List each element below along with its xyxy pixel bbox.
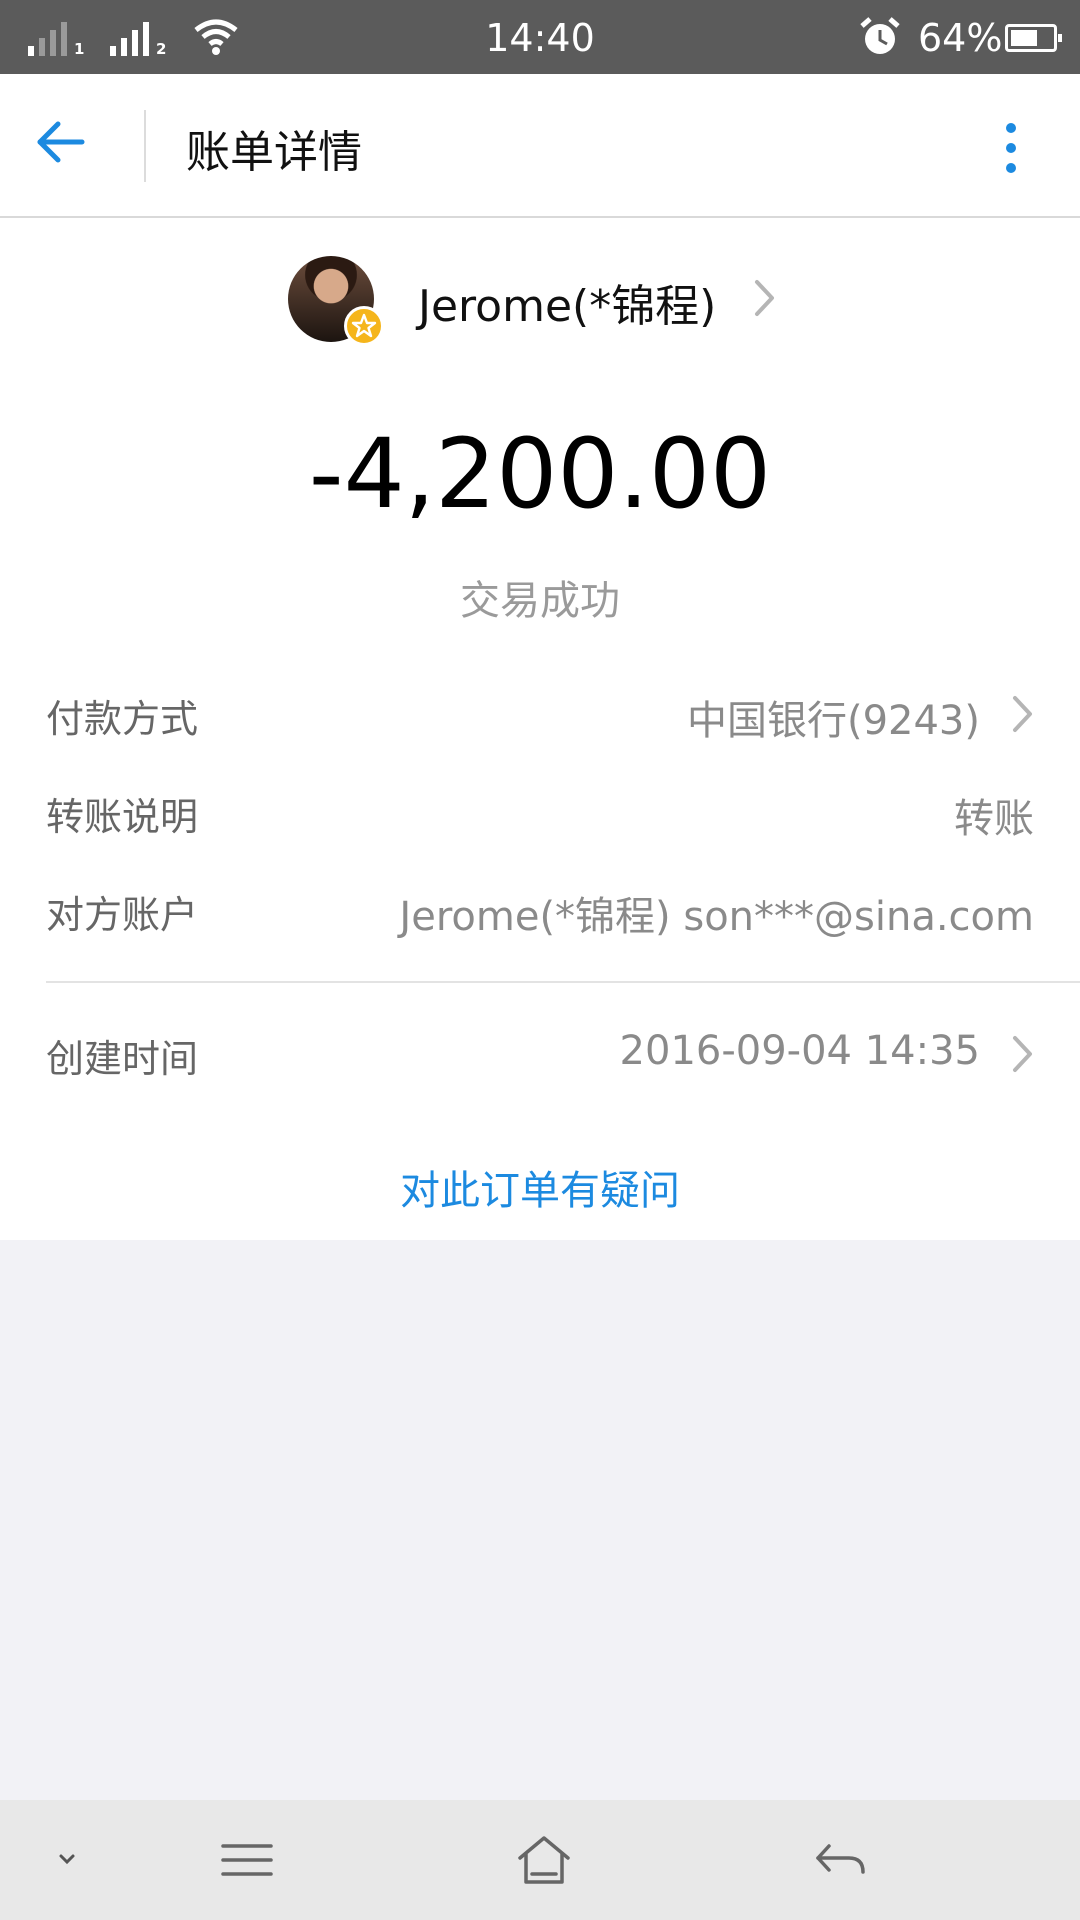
page-title: 账单详情 bbox=[186, 127, 362, 178]
payment-method-row[interactable]: 付款方式 中国银行(9243) bbox=[0, 674, 1080, 754]
counterparty-value: Jerome(*锦程) son***@sina.com bbox=[399, 894, 1034, 940]
divider bbox=[46, 981, 1080, 983]
counterparty-row: 对方账户 Jerome(*锦程) son***@sina.com bbox=[0, 870, 1080, 950]
transaction-amount: -4,200.00 bbox=[308, 418, 772, 530]
payee-row[interactable]: Jerome(*锦程) bbox=[0, 254, 1080, 346]
order-question-link[interactable]: 对此订单有疑问 bbox=[0, 1158, 1080, 1216]
counterparty-label: 对方账户 bbox=[46, 893, 199, 937]
payee-name: Jerome(*锦程) bbox=[418, 281, 717, 332]
transfer-note-row: 转账说明 转账 bbox=[0, 772, 1080, 852]
arrow-left-icon bbox=[37, 121, 85, 163]
chevron-down-icon bbox=[59, 1854, 75, 1865]
more-button[interactable] bbox=[990, 118, 1032, 178]
menu-icon bbox=[221, 1844, 273, 1876]
back-button[interactable] bbox=[30, 112, 114, 182]
payment-method-label: 付款方式 bbox=[46, 697, 199, 741]
home-button[interactable] bbox=[509, 1828, 579, 1892]
payment-method-value: 中国银行(9243) bbox=[686, 698, 980, 744]
battery-percent: 64% bbox=[918, 16, 1003, 60]
bill-detail-card: Jerome(*锦程) -4,200.00 交易成功 付款方式 中国银行(924… bbox=[0, 218, 1080, 1240]
created-time-label: 创建时间 bbox=[46, 1037, 199, 1081]
more-vertical-icon bbox=[1006, 123, 1016, 173]
header-divider bbox=[144, 110, 146, 182]
chevron-right-icon bbox=[1013, 696, 1032, 732]
menu-button[interactable] bbox=[212, 1828, 282, 1892]
created-time-value: 2016-09-04 14:35 bbox=[619, 1028, 980, 1074]
chevron-right-icon bbox=[1013, 1036, 1032, 1072]
battery-icon bbox=[1005, 24, 1062, 52]
back-nav-button[interactable] bbox=[806, 1828, 876, 1892]
transaction-status: 交易成功 bbox=[460, 578, 620, 624]
home-icon bbox=[518, 1836, 570, 1884]
back-icon bbox=[816, 1844, 865, 1874]
alarm-icon bbox=[860, 17, 900, 54]
transfer-note-value: 转账 bbox=[954, 796, 1034, 842]
star-badge-icon bbox=[344, 306, 384, 346]
system-nav-bar bbox=[0, 1800, 1080, 1920]
chevron-right-icon bbox=[755, 280, 774, 316]
hide-nav-button[interactable] bbox=[32, 1828, 102, 1892]
app-header: 账单详情 bbox=[0, 74, 1080, 218]
status-bar: 1 2 14:40 64% bbox=[0, 0, 1080, 74]
transfer-note-label: 转账说明 bbox=[46, 795, 199, 839]
created-time-row[interactable]: 创建时间 2016-09-04 14:35 bbox=[0, 1014, 1080, 1094]
